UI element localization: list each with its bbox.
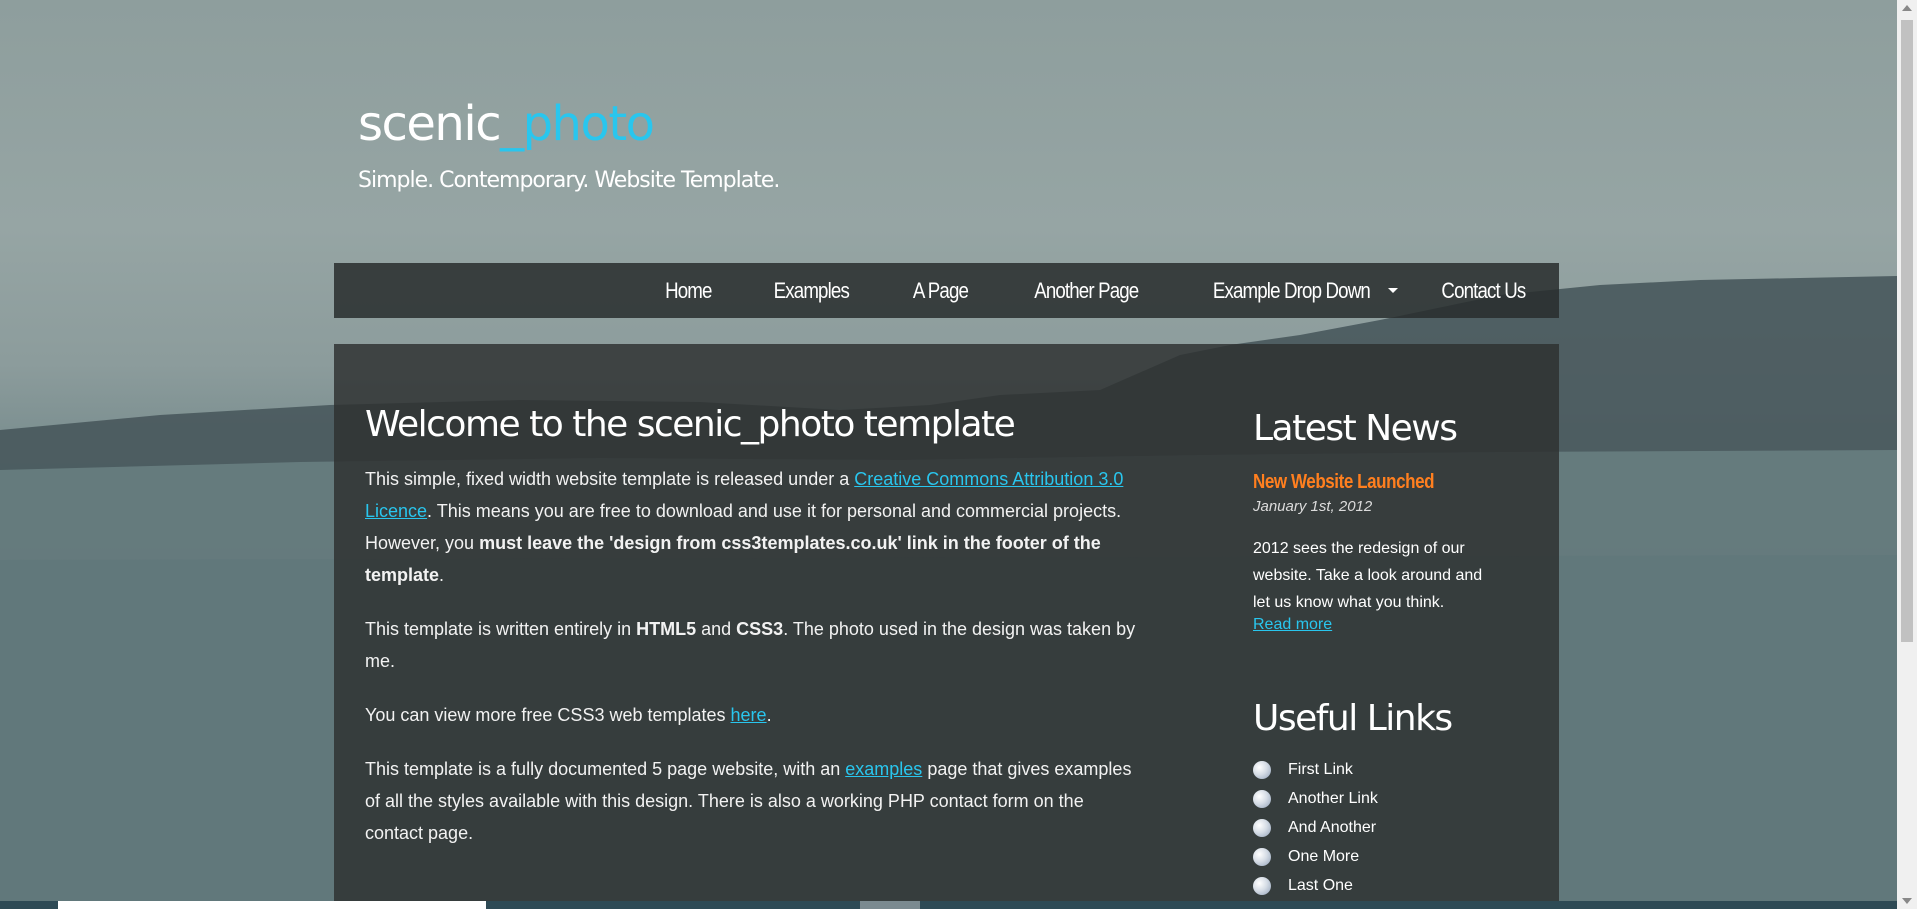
site-title[interactable]: scenic_photo <box>358 100 655 148</box>
useful-link-one-more[interactable]: One More <box>1288 848 1359 866</box>
nav-another-page[interactable]: Another Page <box>1034 278 1139 304</box>
main-content: Welcome to the scenic_photo template Thi… <box>365 404 1145 871</box>
site-title-main: scenic <box>358 96 502 152</box>
read-more-link[interactable]: Read more <box>1253 616 1332 633</box>
list-item: And Another <box>1253 813 1503 842</box>
site-content-panel: Welcome to the scenic_photo template Thi… <box>334 344 1559 909</box>
nav-a-page[interactable]: A Page <box>913 278 969 304</box>
paragraph-text: . <box>766 705 772 725</box>
useful-link-another[interactable]: Another Link <box>1288 790 1378 808</box>
useful-links-heading: Useful Links <box>1253 698 1453 739</box>
list-item: Last One <box>1253 871 1503 900</box>
scroll-up-arrow-icon[interactable] <box>1902 5 1912 11</box>
scroll-down-arrow-icon[interactable] <box>1902 898 1912 904</box>
bullet-icon <box>1253 876 1271 895</box>
paragraph-text: You can view more free CSS3 web template… <box>365 705 731 725</box>
list-item: First Link <box>1253 755 1503 784</box>
templates-paragraph: You can view more free CSS3 web template… <box>365 699 1145 731</box>
paragraph-text: This template is written entirely in <box>365 619 637 639</box>
examples-link[interactable]: examples <box>845 759 922 779</box>
site-title-accent: _photo <box>500 96 655 152</box>
bullet-icon <box>1253 789 1271 808</box>
bullet-icon <box>1253 818 1271 837</box>
paragraph-text: This simple, fixed width website templat… <box>365 469 855 489</box>
bottom-strip-segment <box>58 901 486 909</box>
caret-down-icon[interactable] <box>1388 288 1399 293</box>
tech-paragraph: This template is written entirely in HTM… <box>365 613 1145 677</box>
nav-examples[interactable]: Examples <box>774 278 850 304</box>
news-date: January 1st, 2012 <box>1253 498 1373 515</box>
main-menu: Home Examples A Page Another Page Exampl… <box>334 263 1559 318</box>
paragraph-text: This template is a fully documented 5 pa… <box>365 759 846 779</box>
bullet-icon <box>1253 847 1271 866</box>
news-body: 2012 sees the redesign of our website. T… <box>1253 540 1483 611</box>
useful-links-list: First Link Another Link And Another One … <box>1253 755 1503 900</box>
page-heading: Welcome to the scenic_photo template <box>365 404 1016 445</box>
useful-link-first[interactable]: First Link <box>1288 761 1353 779</box>
sidebar: Latest News New Website Launched January… <box>1253 408 1503 900</box>
documentation-paragraph: This template is a fully documented 5 pa… <box>365 753 1145 849</box>
bottom-strip-segment <box>860 901 920 909</box>
paragraph-text: and <box>696 619 737 639</box>
site-slogan: Simple. Contemporary. Website Template. <box>358 168 780 193</box>
bottom-strip <box>0 901 1897 909</box>
list-item: One More <box>1253 842 1503 871</box>
latest-news-heading: Latest News <box>1253 408 1458 449</box>
templates-here-link[interactable]: here <box>731 705 767 725</box>
useful-link-and-another[interactable]: And Another <box>1288 819 1376 837</box>
vertical-scrollbar[interactable] <box>1897 0 1917 909</box>
nav-contact-us[interactable]: Contact Us <box>1442 278 1527 304</box>
nav-example-drop-down[interactable]: Example Drop Down <box>1213 278 1371 304</box>
bullet-icon <box>1253 760 1271 779</box>
news-title: New Website Launched <box>1253 471 1435 493</box>
list-item: Another Link <box>1253 784 1503 813</box>
html5-label: HTML5 <box>636 619 697 639</box>
useful-link-last-one[interactable]: Last One <box>1288 877 1353 895</box>
nav-home[interactable]: Home <box>665 278 712 304</box>
scrollbar-thumb[interactable] <box>1901 20 1913 642</box>
paragraph-text: . <box>439 565 445 585</box>
css3-label: CSS3 <box>736 619 784 639</box>
intro-paragraph: This simple, fixed width website templat… <box>365 463 1145 591</box>
